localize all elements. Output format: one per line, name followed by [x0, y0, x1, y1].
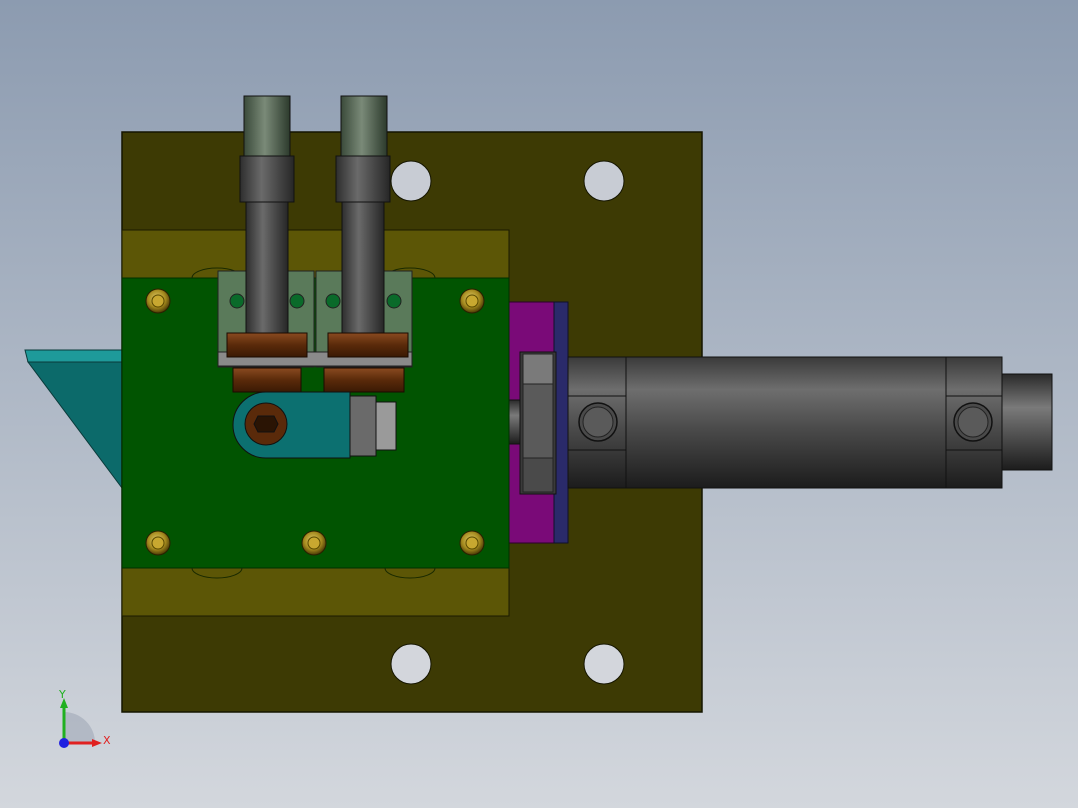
air-cylinder[interactable]: [567, 356, 1053, 489]
x-axis-label: X: [103, 734, 111, 747]
screw-icon: [459, 530, 485, 556]
screw-icon: [145, 530, 171, 556]
cad-viewport[interactable]: X Y: [0, 0, 1078, 808]
z-axis-icon: [59, 738, 69, 748]
mounting-hole: [583, 160, 625, 202]
screw-icon: [301, 530, 327, 556]
mounting-hole: [390, 643, 432, 685]
mounting-hole: [390, 160, 432, 202]
slotted-link[interactable]: [232, 391, 397, 459]
mounting-hole: [583, 643, 625, 685]
cylinder-end-boss: [1001, 373, 1053, 471]
screw-icon: [145, 288, 171, 314]
screw-icon: [459, 288, 485, 314]
y-axis-label: Y: [58, 688, 66, 701]
